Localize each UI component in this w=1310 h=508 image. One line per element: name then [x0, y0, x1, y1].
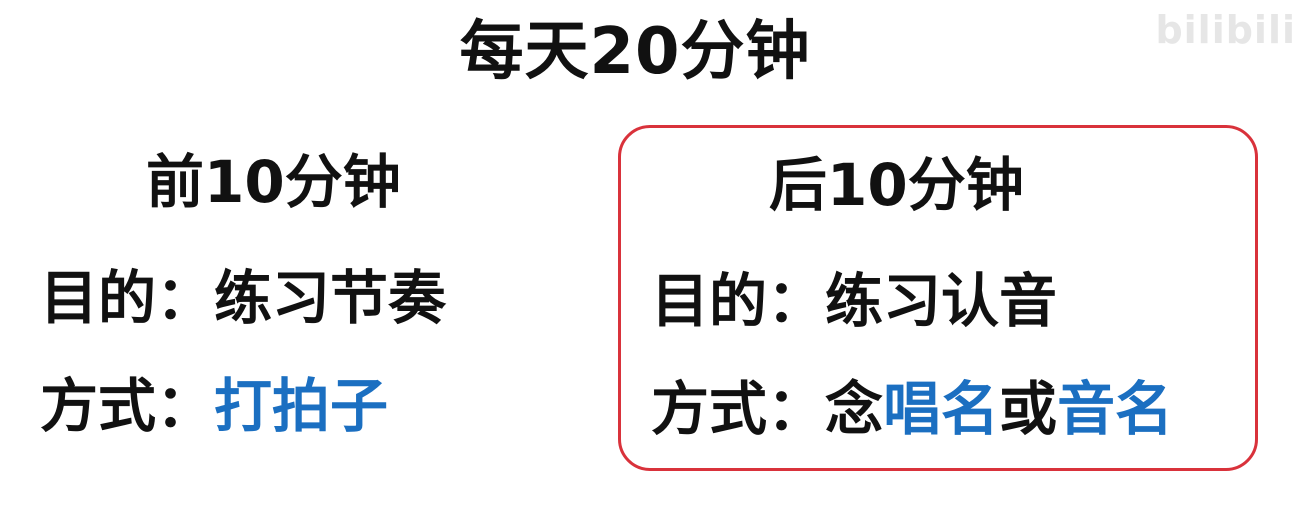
last-method-solfege: 唱名 — [883, 375, 1000, 443]
first-method-line: 方式：打拍子 — [40, 371, 388, 441]
first-purpose-label: 目的： — [40, 264, 215, 332]
last-method-prefix: 念 — [825, 375, 884, 443]
first-purpose-value: 练习节奏 — [214, 264, 447, 332]
last-method-note-names: 音名 — [1057, 375, 1174, 443]
first-purpose-line: 目的：练习节奏 — [40, 263, 446, 333]
last-method-line: 方式：念唱名或音名 — [651, 374, 1173, 444]
first-method-value: 打拍子 — [214, 372, 389, 440]
last-purpose-label: 目的： — [651, 267, 826, 335]
last-method-joiner: 或 — [999, 375, 1058, 443]
last-ten-minutes-heading: 后10分钟 — [769, 151, 1024, 219]
first-ten-minutes-heading: 前10分钟 — [146, 148, 401, 216]
last-method-label: 方式： — [651, 375, 826, 443]
last-ten-minutes-panel: 后10分钟 目的：练习认音 方式：念唱名或音名 — [618, 125, 1258, 471]
first-method-label: 方式： — [40, 372, 215, 440]
bilibili-watermark: bilibili — [1155, 8, 1296, 52]
page-title: 每天20分钟 — [459, 15, 811, 89]
last-purpose-value: 练习认音 — [825, 267, 1058, 335]
last-purpose-line: 目的：练习认音 — [651, 266, 1057, 336]
